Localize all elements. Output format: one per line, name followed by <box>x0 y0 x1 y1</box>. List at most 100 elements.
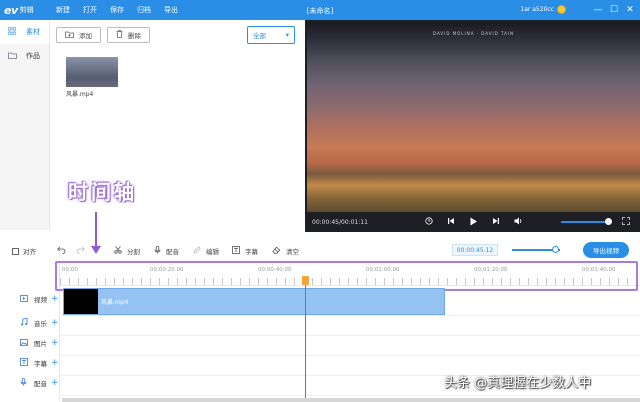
pencil-icon <box>193 246 201 256</box>
scissors-icon <box>114 246 122 256</box>
track-label-text: 字幕 <box>34 360 47 368</box>
edit-button[interactable]: 编辑 <box>193 246 219 256</box>
close-icon[interactable]: ✕ <box>622 5 638 15</box>
trash-icon <box>116 30 123 40</box>
volume-icon[interactable] <box>514 217 523 227</box>
edit-label: 编辑 <box>206 248 219 256</box>
previous-frame-icon[interactable] <box>447 217 455 227</box>
subtitle-button[interactable]: 字幕 <box>232 246 258 256</box>
menu-export[interactable]: 导出 <box>164 5 178 15</box>
checkbox-box[interactable] <box>12 247 19 255</box>
add-track-icon[interactable]: + <box>51 338 59 348</box>
snap-checkbox[interactable]: 对齐 <box>12 246 36 256</box>
menu-archive[interactable]: 归档 <box>137 5 151 15</box>
sidebar: 素材 作品 <box>0 20 50 230</box>
subtitle-label: 字幕 <box>245 248 258 256</box>
logo-mark: ev <box>4 3 18 17</box>
track-label-text: 配音 <box>34 380 47 388</box>
add-track-icon[interactable]: + <box>51 378 59 388</box>
filter-label: 全部 <box>253 32 266 40</box>
playback-buttons <box>425 212 537 232</box>
playhead-handle[interactable] <box>302 276 309 285</box>
volume-slider[interactable] <box>561 218 612 225</box>
coin-icon[interactable] <box>557 5 566 14</box>
text-icon <box>232 246 240 256</box>
media-thumbnail[interactable] <box>66 57 118 87</box>
dub-label: 配音 <box>166 248 179 256</box>
play-icon[interactable] <box>469 217 478 228</box>
sidebar-item-materials[interactable]: 素材 <box>0 20 49 44</box>
track-label-text: 视频 <box>34 296 47 304</box>
image-icon <box>20 338 30 348</box>
volume-knob[interactable] <box>605 218 612 225</box>
redo-icon[interactable] <box>76 246 85 254</box>
track-label-text: 图片 <box>34 340 47 348</box>
snap-label: 对齐 <box>23 248 36 256</box>
watermark: 头条 @真理握在少数人中 <box>444 376 592 391</box>
add-track-icon[interactable]: + <box>51 294 59 304</box>
track-video: 视频 + <box>20 294 59 304</box>
split-button[interactable]: 分割 <box>114 246 140 256</box>
logo-text: 剪辑 <box>19 6 34 14</box>
zoom-knob[interactable] <box>552 246 559 253</box>
track-subtitle: 字幕 + <box>20 358 59 368</box>
video-icon <box>20 294 30 304</box>
music-track-row[interactable] <box>60 316 640 336</box>
horizontal-scrollbar[interactable] <box>62 398 640 402</box>
add-track-icon[interactable]: + <box>51 318 59 328</box>
window-controls: — ☐ ✕ <box>590 0 638 20</box>
loop-icon[interactable] <box>425 217 433 227</box>
maximize-icon[interactable]: ☐ <box>606 5 622 15</box>
playhead-line[interactable] <box>305 277 306 402</box>
sidebar-item-works[interactable]: 作品 <box>0 44 49 68</box>
clip-thumbnail <box>64 289 98 314</box>
add-label: 添加 <box>79 32 92 40</box>
track-headers: 视频 + 音乐 + 图片 + 字幕 + 配音 + <box>0 262 60 402</box>
clip-name: 风暴.mp4 <box>101 299 129 306</box>
add-track-icon[interactable]: + <box>51 358 59 368</box>
video-caption: DAVID MOLINA · DAVID TAIN <box>432 31 515 36</box>
main-menu: 新建 打开 保存 归档 导出 <box>56 5 191 15</box>
caret-down-icon: ▾ <box>285 31 289 39</box>
menu-open[interactable]: 打开 <box>83 5 97 15</box>
edit-toolbar: 对齐 分割 配音 编辑 字幕 清空 00:00:45.12 导出视频 <box>0 238 640 262</box>
annotation-label: 时间轴 <box>68 180 137 204</box>
microphone-icon <box>20 378 30 388</box>
split-label: 分割 <box>127 248 140 256</box>
delete-button[interactable]: 删除 <box>107 27 150 43</box>
title-bar: ev 剪辑 新建 打开 保存 归档 导出 [未命名] 1ar a520cc — … <box>0 0 640 20</box>
text-icon <box>20 358 30 368</box>
video-preview: DAVID MOLINA · DAVID TAIN 00:00:45/00:01… <box>305 20 640 232</box>
clear-label: 清空 <box>286 248 299 256</box>
clear-button[interactable]: 清空 <box>272 246 299 256</box>
app-logo: ev 剪辑 <box>0 4 56 17</box>
delete-label: 删除 <box>128 32 141 40</box>
undo-icon[interactable] <box>57 246 66 254</box>
folder-icon <box>8 52 18 61</box>
sidebar-item-label: 素材 <box>26 28 40 36</box>
video-clip[interactable]: 风暴.mp4 <box>63 288 445 315</box>
next-frame-icon[interactable] <box>492 217 500 227</box>
menu-new[interactable]: 新建 <box>56 5 70 15</box>
track-image: 图片 + <box>20 338 59 348</box>
microphone-icon <box>154 246 161 256</box>
image-track-row[interactable] <box>60 336 640 356</box>
eraser-icon <box>272 246 281 256</box>
track-music: 音乐 + <box>20 318 59 328</box>
timeline-zoom-slider[interactable] <box>512 246 560 253</box>
dub-button[interactable]: 配音 <box>154 246 179 256</box>
add-folder-icon <box>65 31 74 40</box>
music-icon <box>20 318 30 328</box>
media-name: 风暴.mp4 <box>66 91 94 98</box>
minimize-icon[interactable]: — <box>590 5 606 15</box>
fullscreen-icon[interactable] <box>622 217 630 227</box>
user-id[interactable]: 1ar a520cc <box>520 6 554 13</box>
add-button[interactable]: 添加 <box>56 27 101 43</box>
filter-dropdown[interactable]: 全部 ▾ <box>247 26 295 44</box>
track-voiceover: 配音 + <box>20 378 59 388</box>
sidebar-item-label: 作品 <box>26 52 40 60</box>
grid-icon <box>7 26 18 37</box>
menu-save[interactable]: 保存 <box>110 5 124 15</box>
video-frame[interactable]: DAVID MOLINA · DAVID TAIN <box>307 22 640 212</box>
export-video-button[interactable]: 导出视频 <box>583 242 629 258</box>
